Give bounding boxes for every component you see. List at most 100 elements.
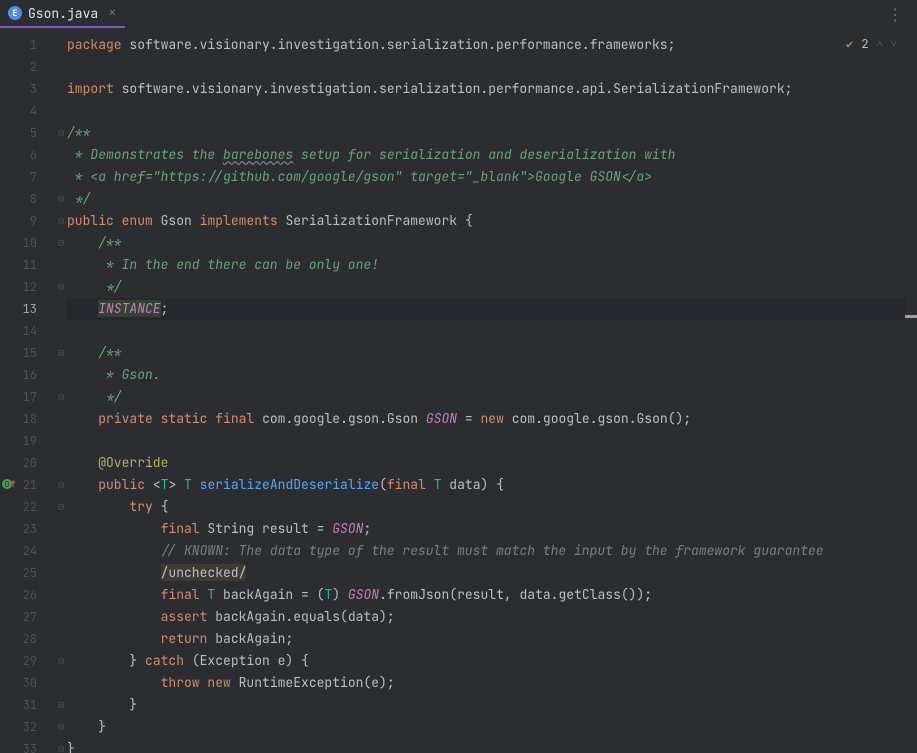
editor-container: E Gson.java × ⋮ 1 2 3 4 5 6 7 8 9 10 11 … (0, 0, 917, 753)
fold-toggle[interactable]: ⊟ (55, 694, 67, 716)
close-icon[interactable]: × (108, 4, 116, 22)
line-number: 11 (0, 254, 55, 276)
line-number: 2 (0, 56, 55, 78)
code-line[interactable]: * Gson. (67, 364, 917, 386)
line-number: 26 (0, 584, 55, 606)
fold-toggle (55, 518, 67, 540)
fold-toggle (55, 78, 67, 100)
line-number: 13 (0, 298, 55, 320)
fold-toggle[interactable]: ⊟ (55, 650, 67, 672)
fold-toggle (55, 628, 67, 650)
code-line[interactable]: return backAgain; (67, 628, 917, 650)
line-number: 15 (0, 342, 55, 364)
code-line[interactable]: } (67, 716, 917, 738)
code-line[interactable] (67, 320, 917, 342)
more-menu-icon[interactable]: ⋮ (881, 4, 909, 25)
editor-body: 1 2 3 4 5 6 7 8 9 10 11 12 13 14 15 16 1… (0, 28, 917, 753)
fold-toggle (55, 452, 67, 474)
file-tab[interactable]: E Gson.java × (0, 0, 125, 28)
code-line[interactable]: assert backAgain.equals(data); (67, 606, 917, 628)
code-line[interactable]: * Demonstrates the barebones setup for s… (67, 144, 917, 166)
line-number: 18 (0, 408, 55, 430)
fold-toggle (55, 540, 67, 562)
line-number: 14 (0, 320, 55, 342)
fold-toggle[interactable]: ⊟ (55, 738, 67, 753)
line-number: 7 (0, 166, 55, 188)
fold-toggle[interactable]: ⊟ (55, 276, 67, 298)
fold-toggle[interactable]: ⊟ (55, 188, 67, 210)
fold-toggle (55, 144, 67, 166)
code-line[interactable]: public enum Gson implements Serializatio… (67, 210, 917, 232)
nav-down-icon[interactable]: ˅ (891, 37, 897, 51)
fold-toggle (55, 166, 67, 188)
java-enum-icon: E (8, 6, 22, 20)
code-line[interactable]: */ (67, 188, 917, 210)
fold-toggle (55, 562, 67, 584)
code-line[interactable]: } (67, 694, 917, 716)
fold-toggle (55, 430, 67, 452)
fold-toggle (55, 672, 67, 694)
code-line[interactable]: final T backAgain = (T) GSON.fromJson(re… (67, 584, 917, 606)
fold-toggle[interactable]: ⊟ (55, 122, 67, 144)
code-line[interactable]: /unchecked/ (67, 562, 917, 584)
line-number: 31 (0, 694, 55, 716)
fold-toggle[interactable]: ⊟ (55, 716, 67, 738)
fold-toggle (55, 34, 67, 56)
code-line[interactable]: } (67, 738, 917, 753)
inspection-widget[interactable]: ✔ 2 ˄ ˅ (842, 34, 901, 54)
fold-toggle[interactable]: ⊟ (55, 342, 67, 364)
fold-toggle[interactable]: ⊟ (55, 386, 67, 408)
nav-up-icon[interactable]: ˄ (877, 37, 883, 51)
line-number: 23 (0, 518, 55, 540)
fold-gutter[interactable]: ⊟ ⊟ ⊟ ⊟ ⊟ ⊟ ⊟ ⊟ ⊟ ⊟ ⊟ (55, 28, 67, 753)
line-number: 6 (0, 144, 55, 166)
code-line[interactable]: /** (67, 122, 917, 144)
svg-text:O: O (5, 480, 10, 490)
line-number: 9 (0, 210, 55, 232)
code-line[interactable]: public <T> T serializeAndDeserialize(fin… (67, 474, 917, 496)
code-line[interactable]: private static final com.google.gson.Gso… (67, 408, 917, 430)
code-line[interactable]: throw new RuntimeException(e); (67, 672, 917, 694)
fold-toggle[interactable]: ⊟ (55, 232, 67, 254)
line-number-gutter[interactable]: 1 2 3 4 5 6 7 8 9 10 11 12 13 14 15 16 1… (0, 28, 55, 753)
fold-toggle[interactable]: ⊟ (55, 474, 67, 496)
line-number: 19 (0, 430, 55, 452)
fold-toggle[interactable]: ⊟ (55, 496, 67, 518)
code-line[interactable]: * <a href="https://github.com/google/gso… (67, 166, 917, 188)
code-line[interactable] (67, 56, 917, 78)
code-line[interactable]: final String result = GSON; (67, 518, 917, 540)
line-number: 27 (0, 606, 55, 628)
line-number: 10 (0, 232, 55, 254)
override-up-icon[interactable]: O (2, 477, 16, 491)
fold-toggle[interactable]: ⊟ (55, 210, 67, 232)
fold-toggle (55, 606, 67, 628)
code-line[interactable]: /** (67, 342, 917, 364)
code-line[interactable]: // KNOWN: The data type of the result mu… (67, 540, 917, 562)
line-number: 1 (0, 34, 55, 56)
line-number: 29 (0, 650, 55, 672)
code-area[interactable]: ✔ 2 ˄ ˅ package software.visionary.inves… (67, 28, 917, 753)
code-line[interactable]: package software.visionary.investigation… (67, 34, 917, 56)
code-line[interactable] (67, 430, 917, 452)
line-number: 20 (0, 452, 55, 474)
fold-toggle (55, 56, 67, 78)
fold-toggle (55, 408, 67, 430)
code-line[interactable]: } catch (Exception e) { (67, 650, 917, 672)
code-line[interactable]: @Override (67, 452, 917, 474)
warning-count: 2 (861, 36, 868, 52)
fold-toggle (55, 584, 67, 606)
code-line[interactable]: * In the end there can be only one! (67, 254, 917, 276)
line-number: 16 (0, 364, 55, 386)
code-line[interactable] (67, 100, 917, 122)
code-line[interactable]: INSTANCE; (67, 298, 917, 320)
line-number: O 21 (0, 474, 55, 496)
code-line[interactable]: import software.visionary.investigation.… (67, 78, 917, 100)
code-line[interactable]: */ (67, 276, 917, 298)
line-number: 24 (0, 540, 55, 562)
code-line[interactable]: try { (67, 496, 917, 518)
line-number: 32 (0, 716, 55, 738)
scrollbar[interactable] (905, 28, 917, 753)
fold-toggle (55, 364, 67, 386)
code-line[interactable]: /** (67, 232, 917, 254)
code-line[interactable]: */ (67, 386, 917, 408)
